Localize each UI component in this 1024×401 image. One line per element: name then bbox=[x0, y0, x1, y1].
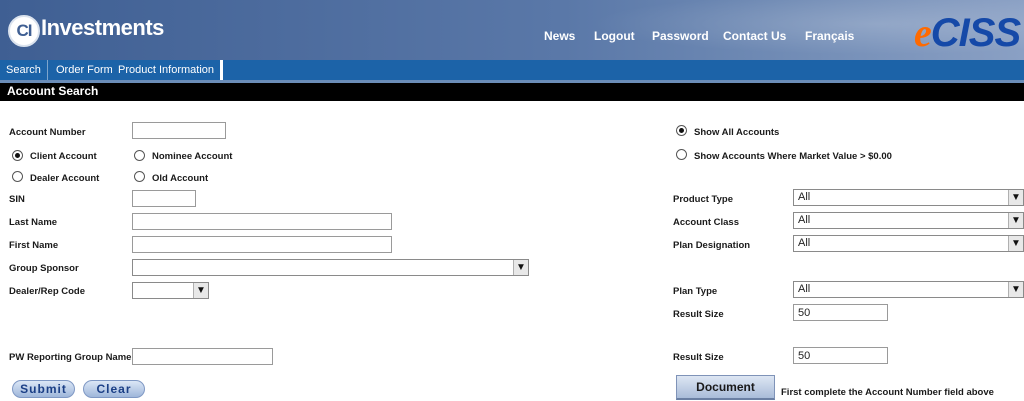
document-centre-note: First complete the Account Number field … bbox=[781, 387, 994, 398]
plan-type-label: Plan Type bbox=[673, 286, 718, 297]
dealer-account-radio[interactable] bbox=[12, 171, 23, 182]
group-sponsor-label: Group Sponsor bbox=[9, 263, 79, 274]
chevron-down-icon: ▼ bbox=[1008, 213, 1023, 228]
account-class-value: All bbox=[798, 214, 811, 226]
tab-bar: Search Order Form Product Information bbox=[0, 60, 1024, 80]
first-name-label: First Name bbox=[9, 240, 59, 251]
clear-button[interactable]: Clear bbox=[83, 380, 145, 398]
document-centre-button[interactable]: Document Centre bbox=[676, 375, 775, 400]
nominee-account-label: Nominee Account bbox=[152, 151, 233, 162]
chevron-down-icon: ▼ bbox=[1008, 190, 1023, 205]
account-class-label: Account Class bbox=[673, 217, 739, 228]
sin-label: SIN bbox=[9, 194, 25, 205]
account-class-select[interactable]: All ▼ bbox=[793, 212, 1024, 229]
chevron-down-icon: ▼ bbox=[513, 260, 528, 275]
ci-logo-icon: CI bbox=[8, 15, 40, 47]
pw-group-input[interactable] bbox=[132, 348, 273, 365]
dealer-rep-label: Dealer/Rep Code bbox=[9, 286, 86, 297]
client-account-radio[interactable] bbox=[12, 150, 23, 161]
nav-contact-link[interactable]: Contact Us bbox=[723, 29, 786, 43]
result-size-input-2[interactable] bbox=[793, 347, 888, 364]
dealer-rep-select[interactable]: ▼ bbox=[132, 282, 209, 299]
tab-search[interactable]: Search bbox=[0, 60, 48, 80]
logo-mark: CI bbox=[16, 21, 33, 40]
show-all-accounts-radio[interactable] bbox=[676, 125, 687, 136]
client-account-label: Client Account bbox=[30, 151, 97, 162]
nav-francais-link[interactable]: Français bbox=[805, 29, 854, 43]
product-type-label: Product Type bbox=[673, 194, 733, 205]
tab-order-form[interactable]: Order Form bbox=[50, 60, 120, 80]
first-name-input[interactable] bbox=[132, 236, 392, 253]
result-size-input[interactable] bbox=[793, 304, 888, 321]
product-type-value: All bbox=[798, 191, 811, 203]
page-title-bar: Account Search bbox=[0, 83, 1024, 101]
show-market-value-label: Show Accounts Where Market Value > $0.00 bbox=[694, 151, 892, 162]
sin-input[interactable] bbox=[132, 190, 196, 207]
ecis-logo-rest: CISS bbox=[930, 11, 1021, 55]
nav-password-link[interactable]: Password bbox=[652, 29, 709, 43]
dealer-account-label: Dealer Account bbox=[30, 173, 100, 184]
show-market-value-radio[interactable] bbox=[676, 149, 687, 160]
account-number-input[interactable] bbox=[132, 122, 226, 139]
last-name-input[interactable] bbox=[132, 213, 392, 230]
nav-news-link[interactable]: News bbox=[544, 29, 575, 43]
last-name-label: Last Name bbox=[9, 217, 58, 228]
result-size-label-2: Result Size bbox=[673, 352, 724, 363]
chevron-down-icon: ▼ bbox=[193, 283, 208, 298]
chevron-down-icon: ▼ bbox=[1008, 236, 1023, 251]
chevron-down-icon: ▼ bbox=[1008, 282, 1023, 297]
result-size-label: Result Size bbox=[673, 309, 724, 320]
page-title: Account Search bbox=[7, 84, 99, 98]
plan-type-value: All bbox=[798, 283, 811, 295]
nominee-account-radio[interactable] bbox=[134, 150, 145, 161]
nav-logout-link[interactable]: Logout bbox=[594, 29, 635, 43]
account-number-label: Account Number bbox=[9, 127, 86, 138]
show-all-accounts-label: Show All Accounts bbox=[694, 127, 780, 138]
old-account-radio[interactable] bbox=[134, 171, 145, 182]
plan-designation-select[interactable]: All ▼ bbox=[793, 235, 1024, 252]
ecis-logo-e: e bbox=[914, 10, 932, 55]
top-banner: CI Investments News Logout Password Cont… bbox=[0, 0, 1024, 60]
group-sponsor-select[interactable]: ▼ bbox=[132, 259, 529, 276]
plan-type-select[interactable]: All ▼ bbox=[793, 281, 1024, 298]
old-account-label: Old Account bbox=[152, 173, 209, 184]
pw-group-label: PW Reporting Group Name bbox=[9, 352, 132, 363]
product-type-select[interactable]: All ▼ bbox=[793, 189, 1024, 206]
ecis-logo: eCISS bbox=[914, 10, 1021, 55]
plan-designation-label: Plan Designation bbox=[673, 240, 751, 251]
plan-designation-value: All bbox=[798, 237, 811, 249]
logo-text: Investments bbox=[41, 15, 164, 40]
submit-button[interactable]: Submit bbox=[12, 380, 75, 398]
tab-product-information[interactable]: Product Information bbox=[112, 60, 223, 80]
